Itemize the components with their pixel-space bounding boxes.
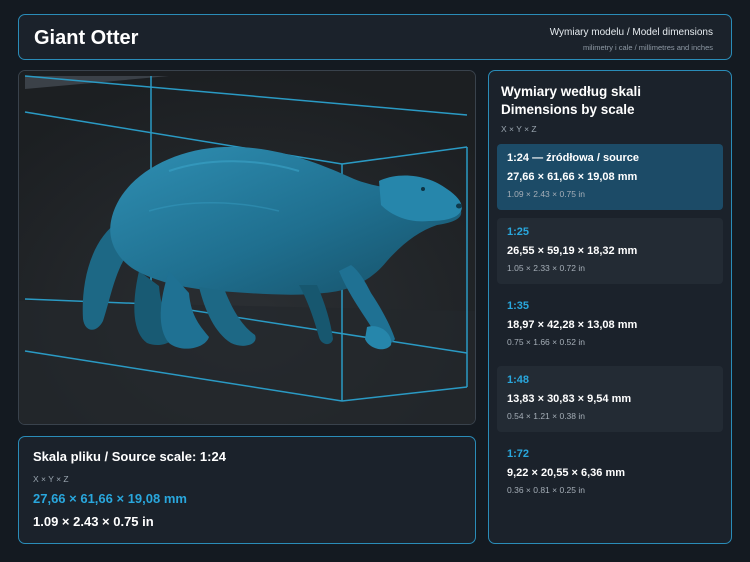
scale-row-1-72[interactable]: 1:72 9,22 × 20,55 × 6,36 mm 0.36 × 0.81 … xyxy=(497,440,723,506)
scale-row-1-25[interactable]: 1:25 26,55 × 59,19 × 18,32 mm 1.05 × 2.3… xyxy=(497,218,723,284)
header-panel: Giant Otter Wymiary modelu / Model dimen… xyxy=(18,14,732,60)
scale-dimensions-mm: 27,66 × 61,66 × 19,08 mm xyxy=(507,171,638,183)
model-title: Giant Otter xyxy=(34,27,139,49)
source-dimensions-mm: 27,66 × 61,66 × 19,08 mm xyxy=(33,491,187,506)
scale-label: 1:72 xyxy=(507,448,530,460)
scale-dimensions-in: 1.09 × 2.43 × 0.75 in xyxy=(507,189,585,199)
scale-label: 1:24 — źródłowa / source xyxy=(507,152,640,164)
scale-label: 1:35 xyxy=(507,300,530,312)
scale-dimensions-mm: 13,83 × 30,83 × 9,54 mm xyxy=(507,393,632,405)
source-scale-panel: Skala pliku / Source scale: 1:24 X × Y ×… xyxy=(18,436,476,544)
scale-dimensions-in: 0.36 × 0.81 × 0.25 in xyxy=(507,485,585,495)
scale-dimensions-mm: 9,22 × 20,55 × 6,36 mm xyxy=(507,467,626,479)
scale-list-title-en: Dimensions by scale xyxy=(501,102,635,117)
source-scale-title: Skala pliku / Source scale: 1:24 xyxy=(33,449,226,464)
scale-row-1-48[interactable]: 1:48 13,83 × 30,83 × 9,54 mm 0.54 × 1.21… xyxy=(497,366,723,432)
header-subtitle: Wymiary modelu / Model dimensions xyxy=(549,27,713,38)
scale-dimensions-in: 1.05 × 2.33 × 0.72 in xyxy=(507,263,585,273)
model-viewport[interactable] xyxy=(18,70,476,425)
model-render xyxy=(19,71,475,424)
scale-dimensions-in: 0.54 × 1.21 × 0.38 in xyxy=(507,411,585,421)
scale-dimensions-mm: 26,55 × 59,19 × 18,32 mm xyxy=(507,245,638,257)
source-dimensions-in: 1.09 × 2.43 × 0.75 in xyxy=(33,514,154,529)
scale-axes-label: X × Y × Z xyxy=(501,124,537,134)
scale-row-1-35[interactable]: 1:35 18,97 × 42,28 × 13,08 mm 0.75 × 1.6… xyxy=(497,292,723,358)
scale-dimensions-in: 0.75 × 1.66 × 0.52 in xyxy=(507,337,585,347)
scale-row-1-24[interactable]: 1:24 — źródłowa / source 27,66 × 61,66 ×… xyxy=(497,144,723,210)
scale-list-panel: Wymiary według skali Dimensions by scale… xyxy=(488,70,732,544)
scale-label: 1:48 xyxy=(507,374,530,386)
scale-list-title-pl: Wymiary według skali xyxy=(501,84,642,99)
scale-label: 1:25 xyxy=(507,226,530,238)
scale-list-title: Wymiary według skali Dimensions by scale xyxy=(501,83,721,119)
units-note: milimetry i cale / millimetres and inche… xyxy=(582,43,713,52)
source-axes-label: X × Y × Z xyxy=(33,474,69,484)
scale-dimensions-mm: 18,97 × 42,28 × 13,08 mm xyxy=(507,319,638,331)
